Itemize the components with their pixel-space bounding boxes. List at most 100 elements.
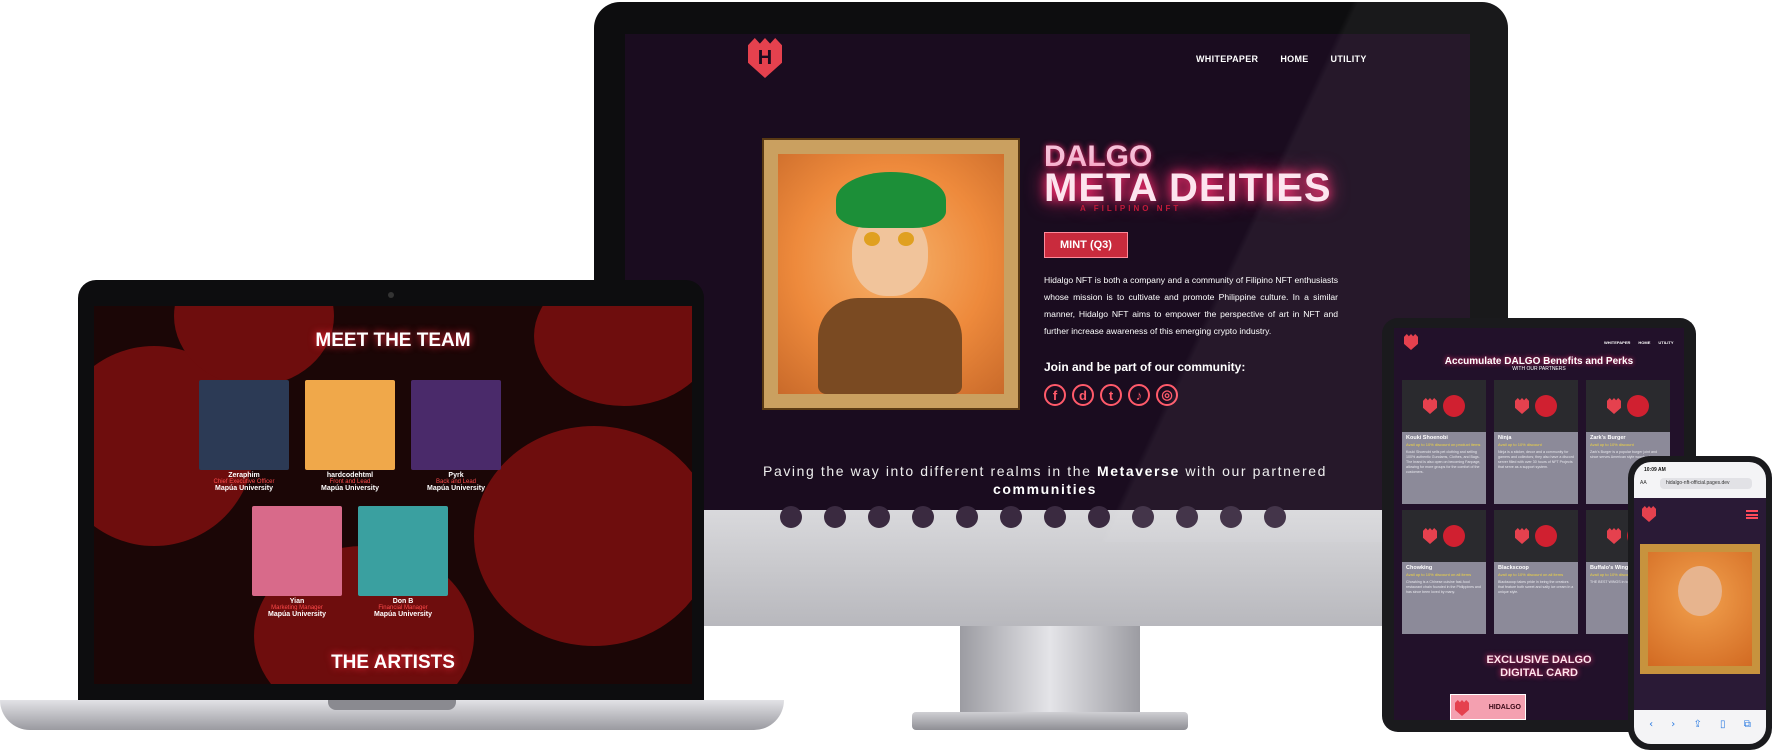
partner-card-perk: Avail up to 10% discount [1498, 442, 1542, 447]
laptop-camera [388, 292, 394, 298]
meet-the-team-heading: MEET THE TEAM [315, 330, 471, 351]
partner-logo[interactable] [1176, 506, 1198, 528]
partner-logo[interactable] [956, 506, 978, 528]
team-member-card: Don B Financial Manager Mapúa University [357, 506, 449, 618]
partner-card-text: Blackscoop takes pride in being the crea… [1498, 580, 1574, 594]
hero-artwork-body [818, 298, 962, 394]
team-member-university: Mapúa University [215, 485, 273, 492]
partner-card-text: Ninja is a sticker, decor and a communit… [1498, 450, 1574, 469]
partner-logo[interactable] [1044, 506, 1066, 528]
phone-toolbar: ‹ › ⇪ ▯ ⧉ [1634, 710, 1766, 744]
partner-logo[interactable] [824, 506, 846, 528]
team-member-name: Don B [392, 598, 414, 605]
team-member-name: Yian [289, 598, 305, 605]
team-member-avatar [411, 380, 501, 470]
partner-card[interactable]: Chowking Avail up to 10% discount on all … [1402, 510, 1486, 634]
hidalgo-logo-icon [1515, 528, 1529, 544]
tabs-icon[interactable]: ⧉ [1744, 719, 1751, 730]
partner-card-header [1494, 510, 1578, 562]
hidalgo-logo-icon [1515, 398, 1529, 414]
partner-logo-icon [1443, 525, 1465, 547]
partner-logo-icon [1535, 395, 1557, 417]
phone-url-bar[interactable]: hidalgo-nft-official.pages.dev [1660, 478, 1752, 489]
partner-card[interactable]: Ninja Avail up to 10% discount Ninja is a … [1494, 380, 1578, 504]
join-community-heading: Join and be part of our community: [1044, 360, 1246, 374]
team-member-university: Mapúa University [427, 485, 485, 492]
partner-logo[interactable] [1000, 506, 1022, 528]
discord-icon[interactable]: d [1072, 384, 1094, 406]
partner-card-text: Chowking is a Chinese cuisine fast-food … [1406, 580, 1481, 594]
hero-description: Hidalgo NFT is both a company and a comm… [1044, 275, 1338, 336]
team-member-name: hardcodehtml [326, 472, 374, 479]
tiktok-icon[interactable]: ♪ [1128, 384, 1150, 406]
tablet-nav: WHITEPAPER HOME UTILITY [1604, 340, 1673, 345]
nav-home[interactable]: HOME [1638, 340, 1650, 345]
tagline-text: with our partnered [1179, 463, 1327, 479]
team-member-name: Pyrk [448, 472, 464, 479]
facebook-icon[interactable]: f [1044, 384, 1066, 406]
partner-card[interactable]: Blackscoop Avail up to 10% discount on al… [1494, 510, 1578, 634]
partner-card-text: Kouki Shoenobi sells pet clothing and se… [1406, 450, 1481, 474]
partner-logo[interactable] [1264, 506, 1286, 528]
hidalgo-logo-icon [1423, 528, 1437, 544]
hero-title-sub: A FILIPINO NFT [1080, 204, 1182, 213]
team-member-card: hardcodehtml Front and Lead Mapúa Universi… [304, 380, 396, 492]
tagline-text: Paving the way into different realms in … [763, 463, 1097, 479]
team-member-card: Zeraphim Chief Executive Officer Mapúa Uni… [198, 380, 290, 492]
partner-logo[interactable] [912, 506, 934, 528]
team-member-avatar [305, 380, 395, 470]
partner-card-name: Zark's Burger [1590, 435, 1626, 441]
team-member-avatar [358, 506, 448, 596]
team-member-avatar [252, 506, 342, 596]
reader-button[interactable]: AA [1640, 480, 1647, 486]
forward-icon[interactable]: › [1671, 719, 1675, 730]
social-links: f d t ♪ ◎ [1044, 384, 1178, 406]
imac-foot [912, 712, 1188, 730]
artists-heading: THE ARTISTS [331, 652, 455, 673]
partner-logo[interactable] [780, 506, 802, 528]
laptop-notch [328, 700, 456, 710]
mint-button[interactable]: MINT (Q3) [1044, 232, 1128, 258]
digital-card-preview: HIDALGO [1450, 694, 1526, 720]
hero-artwork-eye [898, 232, 914, 246]
hero-artwork-eye [864, 232, 880, 246]
nav-utility[interactable]: UTILITY [1331, 54, 1367, 64]
benefits-subheading: WITH OUR PARTNERS [1512, 366, 1566, 372]
nav-home[interactable]: HOME [1280, 54, 1308, 64]
partner-card-name: Kouki Shoenobi [1406, 435, 1448, 441]
partner-card-perk: Avail up to 10% discount [1590, 442, 1634, 447]
partner-logo-icon [1627, 395, 1649, 417]
bookmarks-icon[interactable]: ▯ [1720, 719, 1726, 730]
nav-utility[interactable]: UTILITY [1658, 340, 1673, 345]
partner-logo[interactable] [1088, 506, 1110, 528]
partner-logos-row [780, 506, 1286, 528]
partner-card-header [1402, 380, 1486, 432]
tagline-communities: communities [993, 481, 1097, 497]
top-nav: WHITEPAPER HOME UTILITY [1196, 54, 1367, 64]
phone-artwork-face [1678, 566, 1722, 616]
partner-logo[interactable] [1220, 506, 1242, 528]
team-member-university: Mapúa University [321, 485, 379, 492]
team-member-card: Pyrk Back and Lead Mapúa University [410, 380, 502, 492]
partner-logo-icon [1443, 395, 1465, 417]
hamburger-menu-icon[interactable] [1746, 510, 1758, 519]
nav-whitepaper[interactable]: WHITEPAPER [1196, 54, 1258, 64]
partner-card-name: Blackscoop [1498, 565, 1529, 571]
instagram-icon[interactable]: ◎ [1156, 384, 1178, 406]
partner-logo[interactable] [868, 506, 890, 528]
partner-card[interactable]: Kouki Shoenobi Avail up to 10% discount o… [1402, 380, 1486, 504]
partner-card-perk: Avail up to 10% discount on product item… [1406, 442, 1481, 447]
team-member-university: Mapúa University [374, 611, 432, 618]
hero-artwork-hair [836, 172, 946, 228]
partner-card-perk: Avail up to 10% discount on all items [1406, 572, 1472, 577]
card-logo [1455, 700, 1469, 716]
twitter-icon[interactable]: t [1100, 384, 1122, 406]
partner-logo[interactable] [1132, 506, 1154, 528]
back-icon[interactable]: ‹ [1649, 719, 1653, 730]
digital-card-label: HIDALGO [1488, 703, 1521, 711]
hidalgo-logo[interactable]: H [748, 38, 782, 78]
nav-whitepaper[interactable]: WHITEPAPER [1604, 340, 1630, 345]
share-icon[interactable]: ⇪ [1693, 719, 1701, 730]
team-member-name: Zeraphim [228, 472, 260, 479]
partner-card-perk: Avail up to 10% discount on all items [1498, 572, 1564, 577]
